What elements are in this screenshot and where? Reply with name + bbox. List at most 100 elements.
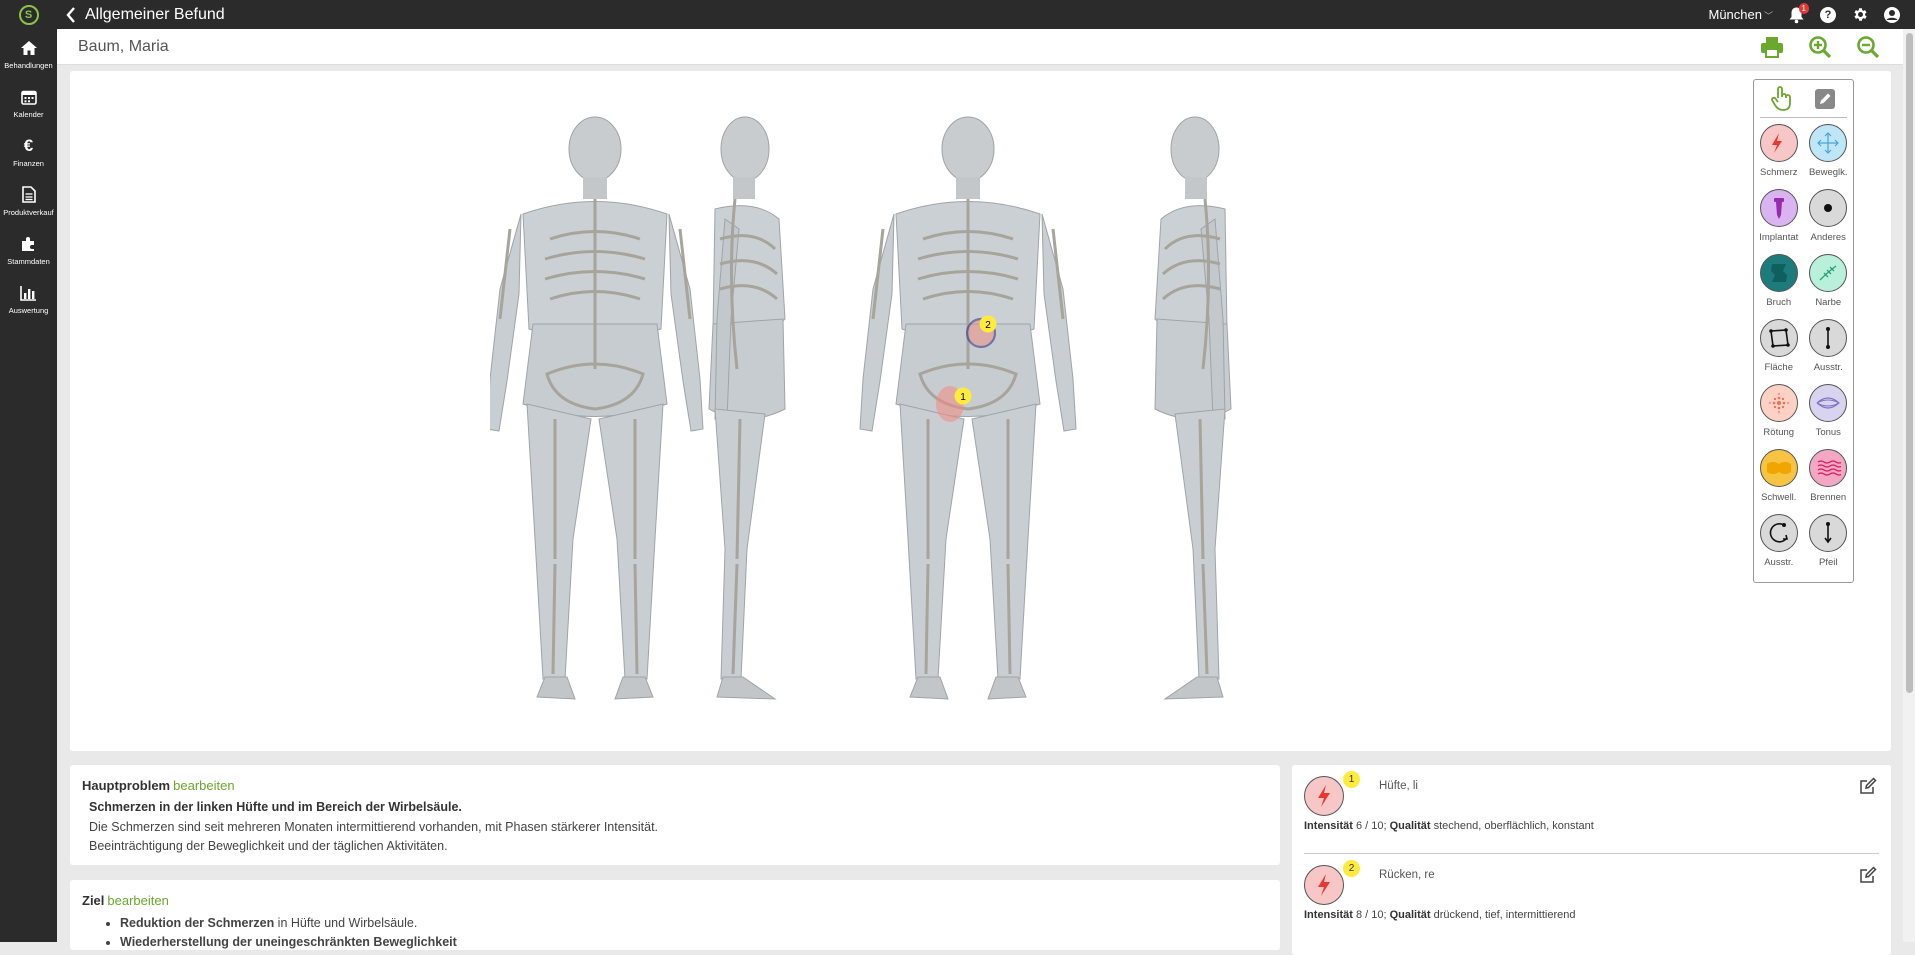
edit-finding-button[interactable] — [1859, 777, 1879, 797]
document-icon — [21, 185, 36, 205]
palette-tool-13[interactable]: Ausstr. — [1754, 514, 1804, 575]
location-label: München — [1708, 7, 1762, 22]
palette-tool-label: Ausstr. — [1764, 557, 1794, 568]
zoom-out-button[interactable] — [1855, 34, 1881, 60]
home-icon — [20, 38, 38, 58]
palette-tool-7[interactable]: Fläche — [1754, 319, 1804, 380]
palette-tool-5[interactable]: Bruch — [1754, 254, 1804, 315]
zoom-in-button[interactable] — [1807, 34, 1833, 60]
main-problem-line: Beeinträchtigung der Beweglichkeit und d… — [89, 839, 448, 853]
goal-edit-link[interactable]: bearbeiten — [107, 893, 168, 908]
back-button[interactable] — [57, 6, 85, 23]
quality-value: stechend, oberflächlich, konstant — [1433, 820, 1594, 832]
fracture-icon — [1759, 254, 1798, 292]
printer-icon — [1761, 36, 1783, 58]
goal-item-text: in Hüfte und Wirbelsäule. — [274, 916, 418, 930]
top-bar: Allgemeiner Befund München ﹀ 1 ? — [57, 0, 1915, 29]
body-map-panel: 1 2 — [70, 71, 1891, 751]
palette-tool-4[interactable]: Anderes — [1804, 189, 1854, 250]
chevron-down-icon: ﹀ — [1763, 11, 1773, 21]
main-problem-line: Die Schmerzen sind seit mehreren Monaten… — [89, 820, 659, 834]
palette-tool-14[interactable]: Pfeil — [1804, 514, 1854, 575]
area-icon — [1759, 319, 1798, 357]
nav-finanzen[interactable]: € Finanzen — [0, 127, 57, 176]
intensity-label: Intensität — [1304, 909, 1353, 921]
palette-tool-6[interactable]: Narbe — [1804, 254, 1854, 315]
palette-tool-8[interactable]: Ausstr. — [1804, 319, 1854, 380]
palette-tool-3[interactable]: Implantat — [1754, 189, 1804, 250]
palette-tool-label: Anderes — [1810, 232, 1846, 243]
settings-button[interactable] — [1851, 6, 1869, 24]
help-button[interactable]: ? — [1819, 6, 1837, 24]
zoom-out-icon — [1857, 35, 1880, 58]
app-logo[interactable]: S — [0, 0, 57, 29]
notifications-button[interactable]: 1 — [1787, 2, 1809, 24]
nav-auswertung[interactable]: Auswertung — [0, 274, 57, 323]
chevron-left-icon — [66, 6, 75, 23]
user-avatar-icon — [1884, 6, 1900, 23]
lightning-icon — [1759, 124, 1798, 162]
palette-tool-9[interactable]: Rötung — [1754, 384, 1804, 445]
figure-right-side[interactable] — [1153, 115, 1233, 701]
nav-stammdaten[interactable]: Stammdaten — [0, 225, 57, 274]
dot-icon — [1809, 189, 1848, 227]
location-selector[interactable]: München ﹀ — [1709, 7, 1774, 22]
hand-pointer-icon — [1770, 85, 1791, 111]
sidebar: S Behandlungen Kalender € Finanzen Produ… — [0, 0, 57, 942]
patient-name: Baum, Maria — [78, 37, 169, 55]
goal-item: Reduktion der Schmerzen in Hüfte und Wir… — [120, 914, 1268, 933]
swelling-icon — [1759, 449, 1798, 487]
palette-tool-label: Fläche — [1764, 362, 1793, 373]
goal-item-bold: Reduktion der Schmerzen — [120, 916, 275, 930]
main-problem-edit-link[interactable]: bearbeiten — [173, 778, 234, 793]
palette-tool-2[interactable]: Beweglk. — [1804, 124, 1854, 185]
user-menu-button[interactable] — [1883, 6, 1901, 24]
line-icon — [1809, 319, 1848, 357]
edit-icon — [1860, 777, 1877, 794]
main-problem-card: Hauptproblem bearbeiten Schmerzen in der … — [70, 765, 1280, 865]
nav-behandlungen[interactable]: Behandlungen — [0, 29, 57, 78]
palette-tool-label: Rötung — [1763, 427, 1795, 438]
palette-tool-10[interactable]: Tonus — [1804, 384, 1854, 445]
quality-label: Qualität — [1389, 820, 1431, 832]
edit-finding-button[interactable] — [1859, 866, 1879, 886]
pencil-icon — [1815, 88, 1836, 109]
lightning-icon — [1304, 865, 1344, 905]
curve-arrow-icon — [1759, 514, 1798, 552]
goal-item-bold: Wiederherstellung der uneingeschränkten … — [120, 935, 457, 949]
palette-tool-11[interactable]: Schwell. — [1754, 449, 1804, 510]
move-arrows-icon — [1809, 124, 1848, 162]
scrollbar[interactable] — [1903, 29, 1915, 942]
palette-tool-1[interactable]: Schmerz — [1754, 124, 1804, 185]
nav-label: Stammdaten — [7, 256, 50, 266]
palette-tool-label: Ausstr. — [1813, 362, 1843, 373]
logo-icon: S — [18, 4, 39, 25]
marker-number-2: 2 — [985, 320, 991, 331]
edit-tool[interactable] — [1811, 85, 1839, 113]
marker-number-1: 1 — [960, 392, 966, 403]
finding-entry: 2 Rücken, re Intensität 8 / 10; Qualität… — [1304, 854, 1879, 943]
gear-icon — [1853, 8, 1867, 21]
figure-back[interactable] — [858, 115, 1078, 701]
nav-label: Produktverkauf — [3, 207, 54, 217]
redness-icon — [1759, 384, 1798, 422]
calendar-icon — [20, 87, 37, 107]
scrollbar-thumb[interactable] — [1906, 33, 1913, 693]
figure-front[interactable] — [490, 115, 705, 701]
tool-palette: Schmerz Beweglk. Implantat Anderes Bruch Narb… — [1753, 79, 1854, 583]
nav-kalender[interactable]: Kalender — [0, 78, 57, 127]
nav-produktverkauf[interactable]: Produktverkauf — [0, 176, 57, 225]
palette-tool-12[interactable]: Brennen — [1804, 449, 1854, 510]
nav-label: Kalender — [13, 109, 44, 119]
zoom-in-icon — [1809, 35, 1832, 58]
finding-entry: 1 Hüfte, li Intensität 6 / 10; Qualität … — [1304, 765, 1879, 854]
arrow-icon — [1809, 514, 1848, 552]
scar-icon — [1809, 254, 1848, 292]
body-figures[interactable]: 1 2 — [490, 99, 1310, 741]
euro-icon: € — [23, 135, 34, 155]
print-button[interactable] — [1759, 34, 1785, 60]
pointer-tool[interactable] — [1768, 85, 1796, 113]
figure-left-side[interactable] — [707, 115, 787, 701]
goal-title: Ziel — [82, 893, 105, 908]
puzzle-icon — [20, 234, 37, 254]
